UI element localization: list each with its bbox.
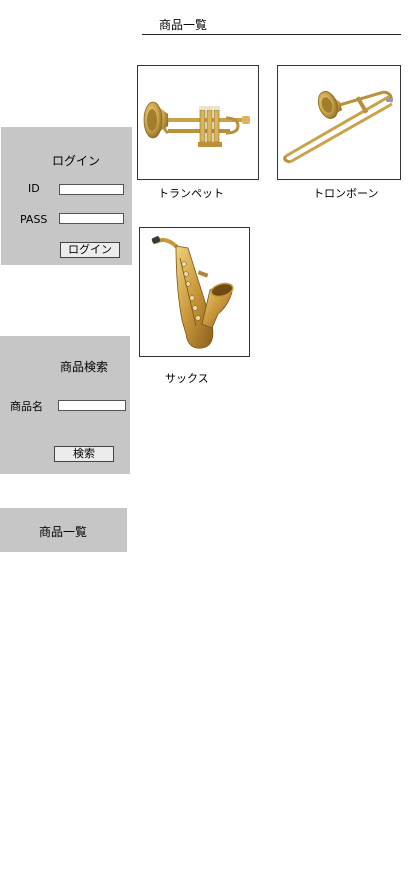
trumpet-image-icon [143,101,250,147]
login-title: ログイン [52,154,101,168]
product-image-trombone[interactable] [277,65,401,180]
pass-input[interactable] [59,213,124,224]
id-label: ID [28,182,40,195]
product-name-label: 商品名 [10,400,43,413]
title-divider [142,34,401,35]
product-image-trumpet[interactable] [137,65,259,180]
id-input[interactable] [59,184,124,195]
product-image-saxophone[interactable] [139,227,250,357]
login-panel: ログイン ID PASS ログイン [1,127,132,265]
page-title: 商品一覧 [159,18,208,32]
product-name-trumpet[interactable]: トランペット [158,185,224,201]
search-button[interactable]: 検索 [54,446,114,462]
product-list-link[interactable]: 商品一覧 [0,508,127,552]
search-panel: 商品検索 商品名 検索 [0,336,130,474]
saxophone-image-icon [151,236,234,349]
search-title: 商品検索 [60,360,109,374]
pass-label: PASS [20,213,48,226]
product-name-input[interactable] [58,400,126,411]
trombone-image-icon [283,90,393,164]
product-list-link-label: 商品一覧 [39,525,88,539]
product-name-saxophone[interactable]: サックス [165,370,209,386]
login-button[interactable]: ログイン [60,242,120,258]
product-name-trombone[interactable]: トロンボーン [313,185,378,201]
